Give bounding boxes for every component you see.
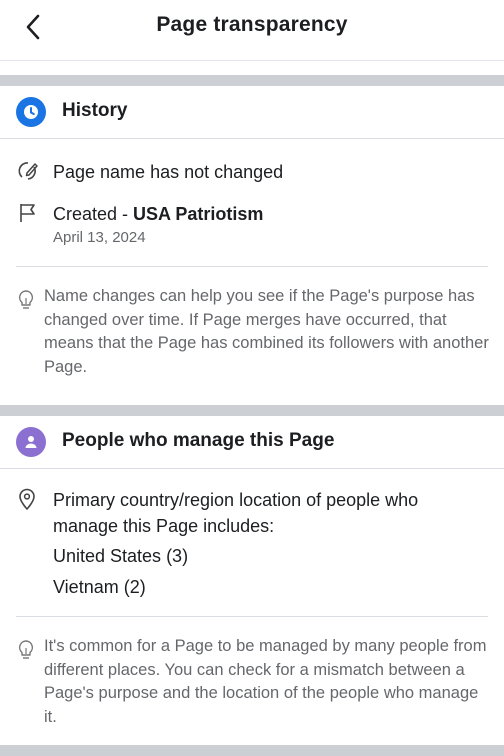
- managers-body: Primary country/region location of peopl…: [0, 469, 504, 745]
- country-item: Vietnam (2): [53, 577, 146, 597]
- created-date: April 13, 2024: [53, 229, 146, 246]
- history-section-header: History: [0, 86, 504, 139]
- managers-title: People who manage this Page: [62, 430, 335, 451]
- managers-section-header: People who manage this Page: [0, 416, 504, 469]
- history-tip: Name changes can help you see if the Pag…: [44, 287, 489, 376]
- page-name-status: Page name has not changed: [53, 162, 284, 182]
- history-title: History: [62, 100, 128, 121]
- person-icon: [16, 427, 46, 457]
- created-prefix: Created -: [53, 204, 134, 224]
- managers-tip: It's common for a Page to be managed by …: [44, 637, 487, 726]
- history-body: Page name has not changed Created - USA …: [0, 139, 504, 405]
- divider: [16, 616, 488, 617]
- lightbulb-icon: [16, 639, 36, 666]
- page-title: Page transparency: [156, 13, 348, 36]
- edit-icon: [16, 159, 40, 188]
- flag-icon: [16, 201, 40, 230]
- clock-icon: [16, 97, 46, 127]
- section-separator: [0, 75, 504, 86]
- section-separator: [0, 405, 504, 416]
- lightbulb-icon: [16, 289, 36, 316]
- location-pin-icon: [16, 487, 38, 516]
- section-separator: [0, 745, 504, 756]
- country-item: United States (3): [53, 546, 189, 566]
- top-bar: Page transparency: [0, 0, 504, 61]
- created-line: Created - USA Patriotism: [53, 201, 263, 227]
- created-page-name: USA Patriotism: [133, 204, 264, 224]
- location-intro: Primary country/region location of peopl…: [53, 490, 419, 536]
- divider: [16, 266, 488, 267]
